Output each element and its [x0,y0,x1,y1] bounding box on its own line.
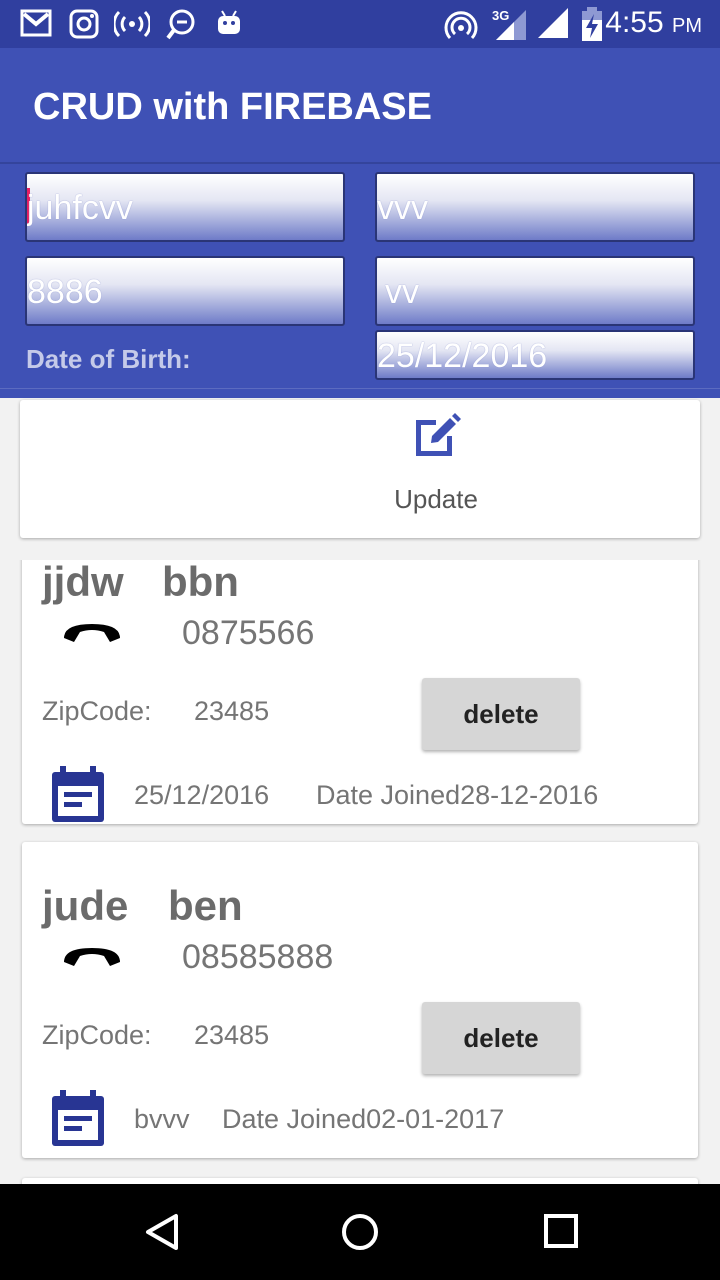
app-bar: CRUD with FIREBASE [0,48,720,162]
chat-icon [164,8,198,46]
clock: 4:55 PM [605,6,702,40]
zip-field[interactable]: vv [375,256,695,326]
zip-label: ZipCode: [42,1020,152,1050]
status-bar: 3G 4:55 PM [0,0,720,48]
contact-card[interactable]: jude ben 08585888 ZipCode: 23485 delete … [22,842,698,1158]
gmail-icon [20,8,52,42]
navigation-bar [0,1184,720,1280]
phone-icon [60,618,124,652]
calendar-icon [48,1088,108,1154]
contact-dob: 25/12/2016 [134,780,270,810]
signal-3g-icon: 3G [492,6,528,46]
signal-icon [536,6,570,44]
zip-value: vv [385,273,419,311]
zip-value: 23485 [194,696,270,726]
first-name-field[interactable]: juhfcvv [25,172,345,242]
delete-button[interactable]: delete [422,678,580,750]
zip-value: 23485 [194,1020,270,1050]
update-button-label[interactable]: Update [20,484,720,515]
phone-field[interactable]: 8886 [25,256,345,326]
contact-last-name: bbn [162,560,239,605]
app-title: CRUD with FIREBASE [33,86,432,128]
zip-label: ZipCode: [42,696,152,726]
divider [0,388,720,389]
contact-first-name: jjdw [42,560,124,605]
delete-button[interactable]: delete [422,1002,580,1074]
edit-icon[interactable] [410,406,466,466]
wifi-icon [444,8,478,46]
contact-phone: 0875566 [182,614,315,652]
last-name-field[interactable]: vvv [375,172,695,242]
contact-date-joined: Date Joined28-12-2016 [316,780,599,810]
instagram-icon [68,8,100,44]
android-icon [214,8,244,42]
contact-form: juhfcvv vvv 8886 vv Date of Birth: 25/12… [0,162,720,398]
phone-value: 8886 [27,273,103,311]
svg-text:3G: 3G [492,8,509,23]
calendar-icon [48,764,108,830]
recents-icon[interactable] [540,1210,584,1258]
contact-date-joined: Date Joined02-01-2017 [222,1104,505,1134]
contact-first-name: jude [42,882,129,929]
dob-value: 25/12/2016 [377,337,548,375]
back-icon[interactable] [140,1210,184,1258]
contact-last-name: ben [168,882,243,929]
home-icon[interactable] [338,1210,382,1258]
contact-dob: bvvv [134,1104,190,1134]
dob-label: Date of Birth: [26,344,191,374]
last-name-value: vvv [377,189,428,227]
hotspot-icon [112,8,152,44]
contact-phone: 08585888 [182,938,334,976]
dob-field[interactable]: 25/12/2016 [375,330,695,380]
clock-ampm: PM [672,15,702,37]
update-card[interactable]: Update [20,400,700,538]
battery-charging-icon [580,6,604,46]
phone-icon [60,942,124,976]
first-name-value: juhfcvv [27,189,133,227]
contact-card[interactable]: jjdw bbn 0875566 ZipCode: 23485 delete 2… [22,560,698,824]
contact-list[interactable]: jjdw bbn 0875566 ZipCode: 23485 delete 2… [0,560,720,1184]
clock-time: 4:55 [605,6,664,39]
